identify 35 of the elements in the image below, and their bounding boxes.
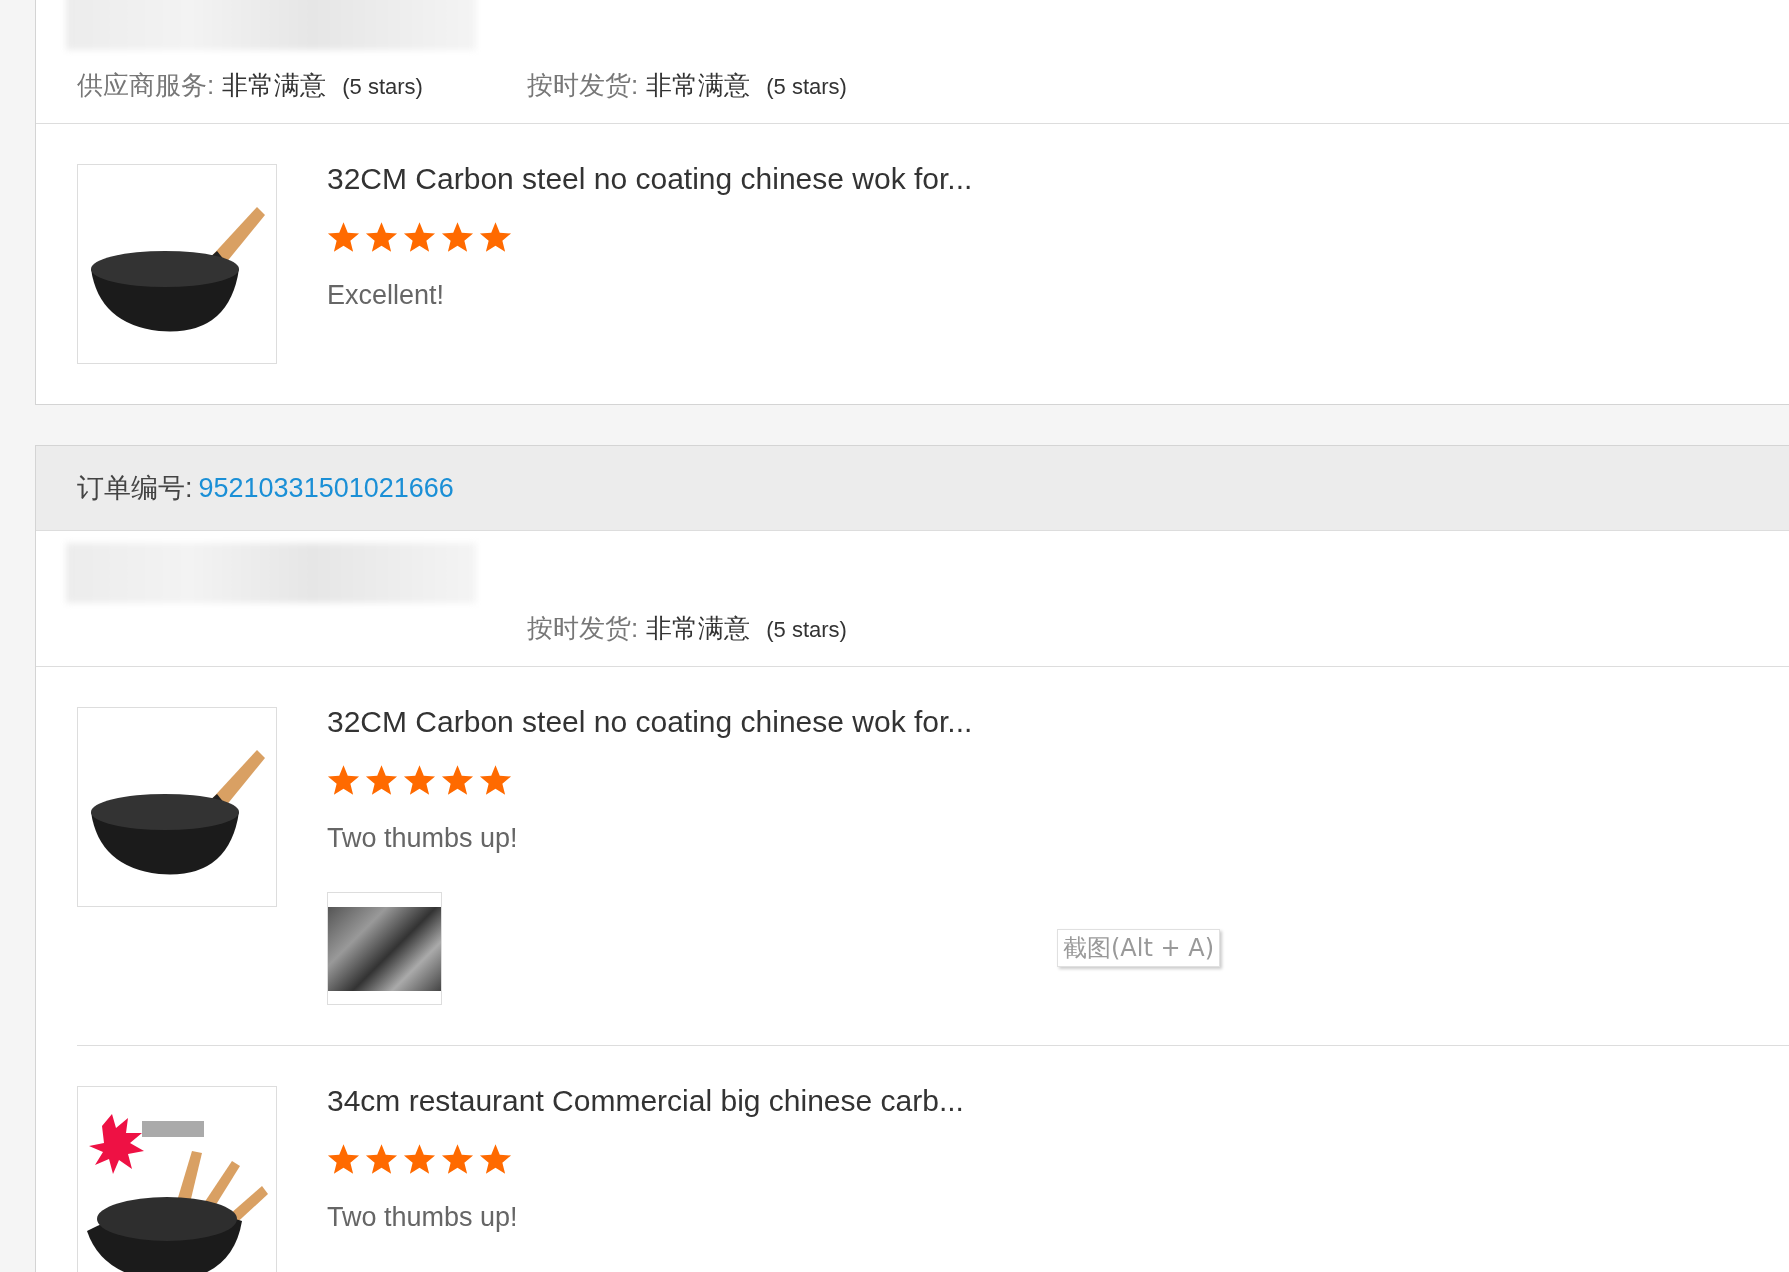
- rating-value: 非常满意: [222, 69, 327, 102]
- rating-label: 供应商服务:: [77, 69, 215, 102]
- review-comment: Two thumbs up!: [327, 823, 519, 854]
- product-image[interactable]: [77, 164, 277, 364]
- star-icon: [365, 1144, 398, 1176]
- star-icon: [403, 1144, 436, 1176]
- star-icon: [365, 765, 398, 797]
- product-title[interactable]: 32CM Carbon steel no coating chinese wok for...: [327, 705, 973, 739]
- star-icon: [327, 765, 360, 797]
- review-comment: Excellent!: [327, 280, 446, 311]
- star-icon: [327, 222, 360, 254]
- product-title[interactable]: 34cm restaurant Commercial big chinese carb...: [327, 1084, 964, 1118]
- rating-note: (5 stars): [342, 74, 423, 100]
- rating-note: (5 stars): [766, 617, 847, 643]
- star-icon: [479, 222, 512, 254]
- rating-label: 按时发货:: [527, 69, 639, 102]
- star-icon: [403, 765, 436, 797]
- product-image[interactable]: [77, 707, 277, 907]
- star-icon: [403, 222, 436, 254]
- review-photo[interactable]: [327, 892, 442, 1005]
- star-icon: [479, 765, 512, 797]
- rating-value: 非常满意: [646, 612, 751, 645]
- star-icon: [441, 222, 474, 254]
- order-number-label: 订单编号:: [77, 472, 193, 505]
- star-icon: [365, 222, 398, 254]
- star-icon: [479, 1144, 512, 1176]
- star-icon: [441, 1144, 474, 1176]
- rating-label: 按时发货:: [527, 612, 639, 645]
- tooltip: 截图(Alt + A): [1057, 929, 1220, 967]
- rating-value: 非常满意: [646, 69, 751, 102]
- rating-note: (5 stars): [766, 74, 847, 100]
- star-icon: [441, 765, 474, 797]
- review-comment: Two thumbs up!: [327, 1202, 519, 1233]
- star-icon: [327, 1144, 360, 1176]
- product-title[interactable]: 32CM Carbon steel no coating chinese wok for...: [327, 162, 973, 196]
